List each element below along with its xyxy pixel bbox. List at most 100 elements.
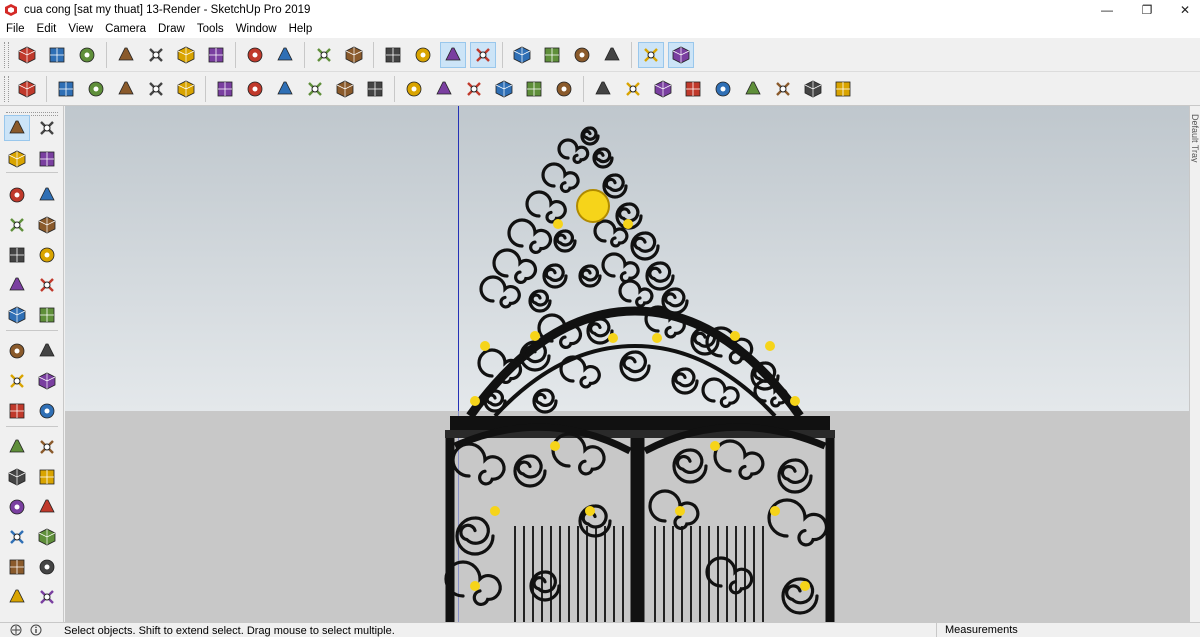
tool-3d-text-button[interactable] <box>34 494 60 520</box>
tool-three-point-arc-button[interactable] <box>4 302 30 328</box>
menu-tools[interactable]: Tools <box>191 20 230 38</box>
tool-orbit-button[interactable] <box>4 524 30 550</box>
zoom-extents-button[interactable] <box>710 76 736 102</box>
parallel-projection-button[interactable] <box>380 42 406 68</box>
tool-protractor-button[interactable] <box>4 464 30 490</box>
dimension-button[interactable] <box>242 76 268 102</box>
redo-button[interactable] <box>272 42 298 68</box>
new-file-button[interactable] <box>14 42 40 68</box>
monochrome-button[interactable] <box>599 42 625 68</box>
tool-eraser-button[interactable] <box>34 146 60 172</box>
open-button[interactable] <box>44 42 70 68</box>
menu-draw[interactable]: Draw <box>152 20 191 38</box>
menu-edit[interactable]: Edit <box>31 20 63 38</box>
wireframe-button[interactable] <box>470 41 496 68</box>
dimension-icon <box>40 440 54 454</box>
menu-view[interactable]: View <box>62 20 99 38</box>
solid-split-button[interactable] <box>173 76 199 102</box>
shaded-button[interactable] <box>539 42 565 68</box>
back-edges-button[interactable] <box>440 41 466 68</box>
ornamental-gate-model[interactable] <box>435 116 875 622</box>
components-button[interactable] <box>14 76 40 102</box>
3d-text-icon <box>39 499 55 513</box>
undo-button[interactable] <box>242 42 268 68</box>
toolbar-grip[interactable] <box>4 75 9 102</box>
geo-location-icon[interactable] <box>10 624 22 636</box>
x-ray-button[interactable] <box>410 42 436 68</box>
layers-button[interactable] <box>638 41 664 68</box>
info-icon[interactable] <box>30 624 42 636</box>
menu-file[interactable]: File <box>0 20 31 38</box>
tool-two-point-arc-button[interactable] <box>34 272 60 298</box>
back-view-button[interactable] <box>521 76 547 102</box>
solid-subtract-button[interactable] <box>113 76 139 102</box>
tool-line-button[interactable] <box>4 182 30 208</box>
shaded-textures-button[interactable] <box>569 42 595 68</box>
menu-window[interactable]: Window <box>230 20 283 38</box>
tool-zoom-button[interactable] <box>4 554 30 580</box>
hidden-line-button[interactable] <box>509 42 535 68</box>
close-button[interactable]: ✕ <box>1162 0 1200 20</box>
text-button[interactable] <box>302 76 328 102</box>
solid-union-button[interactable] <box>83 76 109 102</box>
tool-rotated-rectangle-button[interactable] <box>34 212 60 238</box>
cut-button[interactable] <box>113 42 139 68</box>
tool-offset-button[interactable] <box>34 398 60 424</box>
toolbar-grip[interactable] <box>4 41 9 68</box>
right-view-button[interactable] <box>491 76 517 102</box>
protractor-button[interactable] <box>272 76 298 102</box>
zoom-button[interactable] <box>650 76 676 102</box>
tool-dimension-button[interactable] <box>34 434 60 460</box>
tool-rotate-button[interactable] <box>4 368 30 394</box>
axes-button[interactable] <box>332 76 358 102</box>
tool-circle-button[interactable] <box>4 242 30 268</box>
cut-icon <box>118 47 134 60</box>
tool-push-pull-button[interactable] <box>34 338 60 364</box>
tool-follow-me-button[interactable] <box>34 368 60 394</box>
tool-zoom-extents-button[interactable] <box>4 584 30 610</box>
tool-axes-button[interactable] <box>4 494 30 520</box>
tool-arc-button[interactable] <box>4 272 30 298</box>
tool-rectangle-button[interactable] <box>4 212 30 238</box>
copy-button[interactable] <box>143 42 169 68</box>
tool-pie-button[interactable] <box>34 302 60 328</box>
pan-button[interactable] <box>620 76 646 102</box>
menu-camera[interactable]: Camera <box>99 20 152 38</box>
front-view-button[interactable] <box>461 76 487 102</box>
position-camera-button[interactable] <box>740 76 766 102</box>
print-icon <box>317 47 331 62</box>
tool-select-button[interactable] <box>4 115 30 141</box>
walk-button[interactable] <box>770 76 796 102</box>
iso-view-button[interactable] <box>401 76 427 102</box>
tool-tape-measure-button[interactable] <box>4 434 30 460</box>
tool-zoom-window-button[interactable] <box>34 554 60 580</box>
tool-polygon-button[interactable] <box>34 242 60 268</box>
menu-help[interactable]: Help <box>283 20 319 38</box>
group-button[interactable] <box>53 76 79 102</box>
styles-button[interactable] <box>668 41 694 68</box>
model-info-button[interactable] <box>341 42 367 68</box>
left-view-button[interactable] <box>551 76 577 102</box>
footprints-button[interactable] <box>830 76 856 102</box>
orbit-button[interactable] <box>590 76 616 102</box>
solid-trim-button[interactable] <box>143 76 169 102</box>
model-viewport[interactable] <box>65 106 1189 622</box>
tool-paint-bucket-button[interactable] <box>4 146 30 172</box>
tool-make-component-button[interactable] <box>34 115 60 141</box>
tool-text-button[interactable] <box>34 464 60 490</box>
3d-text-button[interactable] <box>362 76 388 102</box>
paste-button[interactable] <box>173 42 199 68</box>
save-button[interactable] <box>74 42 100 68</box>
tape-measure-button[interactable] <box>212 76 238 102</box>
tool-scale-button[interactable] <box>4 398 30 424</box>
tool-move-button[interactable] <box>4 338 30 364</box>
top-view-button[interactable] <box>431 76 457 102</box>
look-around-button[interactable] <box>800 76 826 102</box>
default-tray-collapsed[interactable]: Default Tray <box>1189 106 1200 622</box>
print-button[interactable] <box>311 42 337 68</box>
tool-previous-view-button[interactable] <box>34 584 60 610</box>
tool-freehand-button[interactable] <box>34 182 60 208</box>
tool-pan-button[interactable] <box>34 524 60 550</box>
zoom-window-button[interactable] <box>680 76 706 102</box>
erase-button[interactable] <box>203 42 229 68</box>
